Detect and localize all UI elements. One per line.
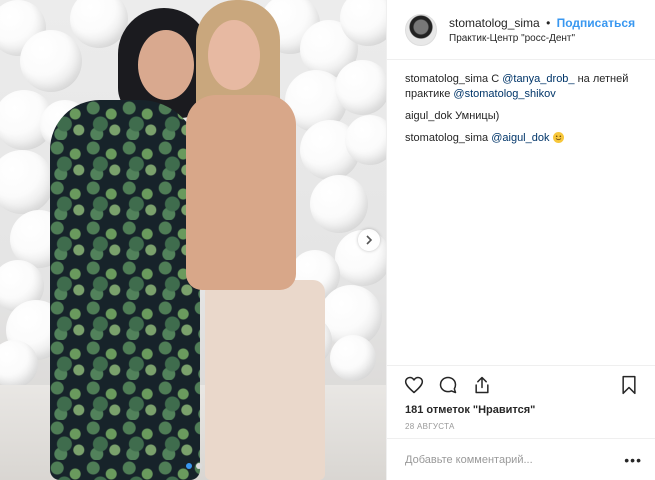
carousel-indicator bbox=[186, 463, 202, 469]
comment-input[interactable] bbox=[405, 453, 625, 466]
smiling-face-emoji bbox=[552, 132, 564, 143]
bookmark-icon bbox=[622, 375, 636, 394]
next-photo-button[interactable] bbox=[358, 229, 380, 251]
comment-icon bbox=[439, 376, 457, 393]
balloon bbox=[310, 175, 368, 233]
likes-count[interactable]: 181 отметок "Нравится" bbox=[405, 404, 535, 416]
avatar[interactable] bbox=[405, 13, 437, 46]
comment-text: Умницы) bbox=[452, 110, 500, 122]
comment-username[interactable]: stomatolog_sima bbox=[405, 73, 488, 85]
balloon bbox=[330, 335, 376, 381]
separator-dot: • bbox=[546, 16, 551, 30]
person-right-pants bbox=[205, 280, 325, 480]
more-options-button[interactable]: ••• bbox=[624, 452, 642, 468]
person-left-face bbox=[138, 30, 194, 100]
comment-text: С bbox=[488, 73, 503, 85]
balloon bbox=[20, 30, 82, 92]
comment-username[interactable]: aigul_dok bbox=[405, 110, 452, 122]
location-link[interactable]: Практик-Центр "росс-Дент" bbox=[449, 33, 635, 44]
mention-link[interactable]: @stomatolog_shikov bbox=[453, 88, 555, 100]
mention-link[interactable]: @tanya_drob_ bbox=[502, 73, 574, 85]
comments-list: stomatolog_sima С @tanya_drob_ на летней… bbox=[387, 60, 655, 146]
mention-link[interactable]: @aigul_dok bbox=[491, 132, 549, 144]
person-left-dress bbox=[50, 100, 200, 480]
like-button[interactable] bbox=[403, 374, 425, 396]
add-comment-bar: ••• bbox=[387, 438, 655, 480]
comment-item: stomatolog_sima С @tanya_drob_ на летней… bbox=[405, 72, 641, 102]
actions-bar bbox=[387, 365, 655, 403]
follow-button[interactable]: Подписаться bbox=[557, 16, 635, 30]
share-icon bbox=[475, 376, 489, 393]
person-right-top bbox=[186, 95, 296, 290]
post-header: stomatolog_sima • Подписаться Практик-Це… bbox=[387, 0, 655, 60]
comment-item: stomatolog_sima @aigul_dok bbox=[405, 131, 641, 146]
post-photo[interactable] bbox=[0, 0, 386, 480]
save-button[interactable] bbox=[618, 374, 640, 396]
comment-username[interactable]: stomatolog_sima bbox=[405, 132, 488, 144]
balloon bbox=[0, 150, 54, 214]
comment-button[interactable] bbox=[437, 374, 459, 396]
header-text: stomatolog_sima • Подписаться Практик-Це… bbox=[449, 15, 635, 44]
heart-icon bbox=[404, 376, 424, 393]
comment-item: aigul_dok Умницы) bbox=[405, 109, 641, 124]
balloon bbox=[335, 60, 386, 115]
post-date[interactable]: 28 АВГУСТА bbox=[405, 422, 455, 431]
username-link[interactable]: stomatolog_sima bbox=[449, 16, 540, 30]
chevron-right-icon bbox=[366, 235, 373, 245]
share-button[interactable] bbox=[471, 374, 493, 396]
person-right-face bbox=[208, 20, 260, 90]
post-side-panel: stomatolog_sima • Подписаться Практик-Це… bbox=[386, 0, 655, 480]
carousel-dot bbox=[196, 463, 202, 469]
header-top-row: stomatolog_sima • Подписаться bbox=[449, 15, 635, 31]
carousel-dot bbox=[186, 463, 192, 469]
